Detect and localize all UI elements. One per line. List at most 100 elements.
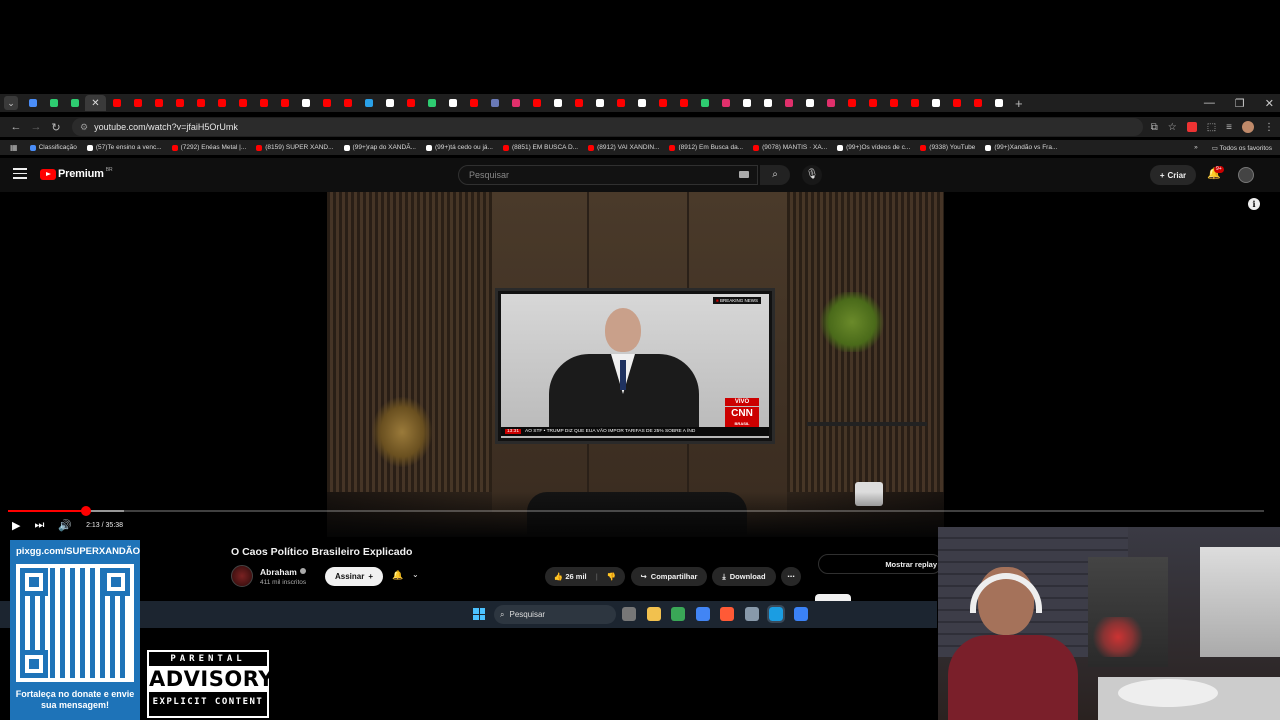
browser-tab[interactable] bbox=[526, 95, 547, 111]
browser-tab[interactable] bbox=[505, 95, 526, 111]
browser-tab[interactable] bbox=[568, 95, 589, 111]
all-bookmarks-folder[interactable]: ▭ Todos os favoritos bbox=[1212, 144, 1272, 152]
youtube-logo[interactable]: Premium BR bbox=[40, 167, 113, 180]
dislike-icon[interactable]: 👎 bbox=[607, 572, 616, 581]
next-icon[interactable]: ⏭ bbox=[34, 519, 44, 532]
browser-tab[interactable] bbox=[316, 95, 337, 111]
play-icon[interactable]: ▶ bbox=[12, 519, 20, 532]
browser-tab[interactable] bbox=[673, 95, 694, 111]
bookmark-item[interactable]: Classificação bbox=[29, 144, 77, 151]
omnibox[interactable]: ⚙ youtube.com/watch?v=jfaiH5OrUmk bbox=[72, 118, 1143, 136]
browser-tab[interactable] bbox=[904, 95, 925, 111]
bookmark-item[interactable]: (9078) MANTIS · XA... bbox=[753, 144, 827, 151]
bookmark-item[interactable]: (8851) EM BUSCA D... bbox=[502, 144, 578, 151]
browser-tab[interactable] bbox=[211, 95, 232, 111]
browser-tab[interactable] bbox=[106, 95, 127, 111]
keyboard-icon[interactable] bbox=[739, 171, 749, 178]
browser-tab[interactable] bbox=[610, 95, 631, 111]
taskbar-app-icon[interactable] bbox=[720, 607, 734, 621]
browser-tab[interactable] bbox=[820, 95, 841, 111]
bookmark-item[interactable]: (9338) YouTube bbox=[920, 144, 975, 151]
browser-tab[interactable] bbox=[232, 95, 253, 111]
browser-tab[interactable] bbox=[988, 95, 1009, 111]
browser-tab[interactable] bbox=[631, 95, 652, 111]
browser-tab[interactable] bbox=[64, 95, 85, 111]
media-icon[interactable]: ≡ bbox=[1226, 122, 1232, 133]
like-button[interactable]: 👍 26 mil bbox=[554, 572, 587, 581]
browser-tab[interactable] bbox=[715, 95, 736, 111]
notification-bell-icon[interactable]: 🔔 bbox=[392, 570, 403, 581]
browser-tab[interactable] bbox=[484, 95, 505, 111]
browser-tab[interactable] bbox=[358, 95, 379, 111]
volume-icon[interactable]: 🔊 bbox=[58, 519, 72, 532]
browser-tab[interactable] bbox=[652, 95, 673, 111]
browser-tab[interactable] bbox=[379, 95, 400, 111]
bookmarks-more-button[interactable]: » bbox=[1194, 144, 1198, 151]
bookmark-item[interactable]: (8912) Em Busca da... bbox=[669, 144, 743, 151]
bookmark-item[interactable]: (8912) VAI XANDIN... bbox=[588, 144, 659, 151]
browser-tab[interactable] bbox=[841, 95, 862, 111]
browser-tab[interactable] bbox=[190, 95, 211, 111]
bookmark-item[interactable]: (8159) SUPER XAND... bbox=[256, 144, 334, 151]
browser-tab[interactable] bbox=[442, 95, 463, 111]
bookmark-item[interactable]: (99+)Os vídeos de c... bbox=[837, 144, 910, 151]
bookmark-item[interactable]: (57)Te ensino a venc... bbox=[86, 144, 162, 151]
minimize-icon[interactable]: — bbox=[1204, 97, 1215, 109]
bookmark-star-icon[interactable]: ☆ bbox=[1168, 122, 1177, 133]
browser-tab[interactable] bbox=[925, 95, 946, 111]
taskbar-app-icon[interactable] bbox=[793, 607, 808, 621]
video-player[interactable]: ■ BREAKING NEWS VIVO CNN BRASIL 13:31 AO S… bbox=[0, 192, 1270, 537]
more-actions-button[interactable]: ⋯ bbox=[781, 567, 801, 586]
menu-kebab-icon[interactable]: ⋮ bbox=[1264, 122, 1274, 133]
taskbar-search[interactable]: ⌕ Pesquisar bbox=[494, 605, 616, 624]
scrubber-handle[interactable] bbox=[80, 506, 91, 516]
browser-tab[interactable] bbox=[967, 95, 988, 111]
bookmark-item[interactable]: (99+)Xandão vs Fra... bbox=[985, 144, 1057, 151]
hamburger-menu-icon[interactable] bbox=[13, 168, 27, 182]
browser-tab[interactable] bbox=[253, 95, 274, 111]
browser-tab[interactable] bbox=[757, 95, 778, 111]
info-icon[interactable]: i bbox=[1248, 198, 1260, 210]
browser-tab[interactable] bbox=[862, 95, 883, 111]
browser-tab[interactable] bbox=[274, 95, 295, 111]
taskbar-app-icon[interactable] bbox=[622, 607, 636, 621]
apps-grid-icon[interactable]: ▦ bbox=[10, 143, 18, 152]
bookmark-item[interactable]: (7292) Enéas Metal |... bbox=[171, 144, 246, 151]
account-avatar[interactable] bbox=[1238, 167, 1254, 183]
taskbar-app-icon[interactable] bbox=[646, 607, 661, 621]
bookmark-item[interactable]: (99+)rap do XANDÃ... bbox=[343, 144, 416, 151]
search-icon[interactable]: ⌕ bbox=[760, 165, 790, 185]
browser-tab[interactable] bbox=[22, 95, 43, 111]
browser-tab[interactable] bbox=[736, 95, 757, 111]
install-app-icon[interactable]: ⧉ bbox=[1151, 122, 1158, 133]
browser-tab[interactable] bbox=[337, 95, 358, 111]
browser-tab[interactable] bbox=[589, 95, 610, 111]
extension-icon[interactable] bbox=[1186, 122, 1197, 132]
browser-tab[interactable] bbox=[295, 95, 316, 111]
browser-tab[interactable]: ✕ bbox=[85, 95, 106, 111]
reload-icon[interactable]: ↻ bbox=[46, 121, 66, 134]
browser-tab[interactable] bbox=[883, 95, 904, 111]
site-info-icon[interactable]: ⚙ bbox=[80, 122, 88, 133]
download-button[interactable]: ⤓ Download bbox=[712, 567, 776, 586]
create-button[interactable]: + Criar bbox=[1150, 165, 1196, 185]
taskbar-app-icon[interactable] bbox=[671, 607, 685, 621]
microphone-icon[interactable]: 🎙 bbox=[802, 165, 822, 185]
browser-tab[interactable] bbox=[778, 95, 799, 111]
browser-tab[interactable] bbox=[799, 95, 820, 111]
browser-tab[interactable] bbox=[421, 95, 442, 111]
browser-tab[interactable] bbox=[694, 95, 715, 111]
windows-start-icon[interactable] bbox=[473, 608, 485, 620]
taskbar-app-icon[interactable] bbox=[744, 607, 759, 621]
browser-tab[interactable] bbox=[169, 95, 190, 111]
browser-tab[interactable] bbox=[946, 95, 967, 111]
profile-avatar[interactable] bbox=[1242, 121, 1254, 133]
close-window-icon[interactable]: ✕ bbox=[1265, 97, 1274, 110]
back-icon[interactable]: ← bbox=[6, 121, 26, 133]
new-tab-button[interactable]: + bbox=[1015, 96, 1023, 111]
channel-avatar[interactable] bbox=[231, 565, 253, 587]
browser-tab[interactable] bbox=[400, 95, 421, 111]
taskbar-app-icon[interactable] bbox=[695, 607, 710, 621]
maximize-icon[interactable]: ❐ bbox=[1235, 97, 1245, 110]
browser-tab[interactable] bbox=[547, 95, 568, 111]
